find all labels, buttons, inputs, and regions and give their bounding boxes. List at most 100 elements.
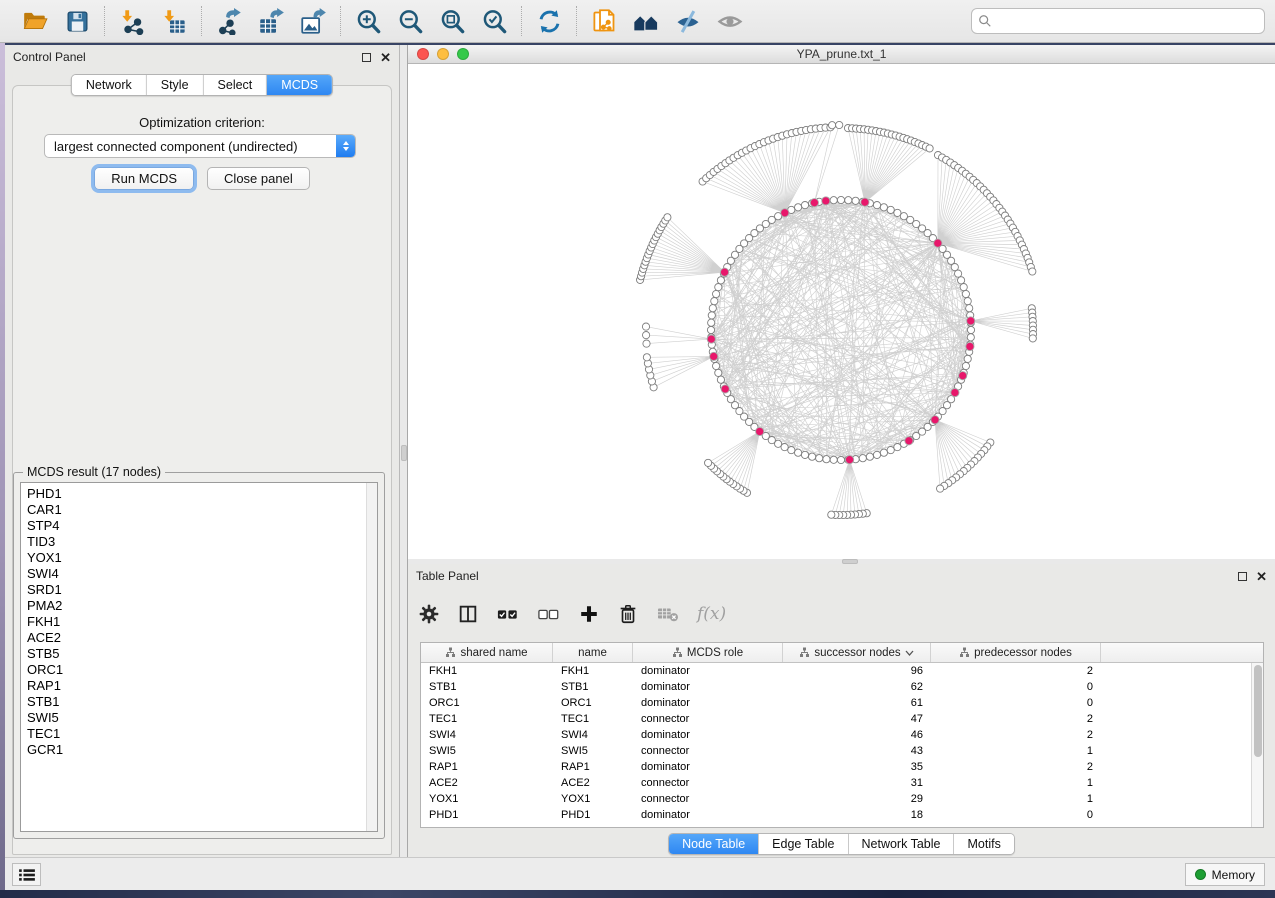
delete-column-button[interactable]: [617, 603, 639, 625]
graph-node[interactable]: [708, 312, 715, 319]
close-panel-button[interactable]: Close panel: [207, 167, 310, 190]
graph-node[interactable]: [873, 202, 880, 209]
export-table-button[interactable]: [254, 5, 288, 37]
graph-node[interactable]: [836, 121, 843, 128]
apply-layout-button[interactable]: [532, 5, 566, 37]
list-item[interactable]: ACE2: [27, 630, 377, 646]
list-item[interactable]: SWI5: [27, 710, 377, 726]
graph-node[interactable]: [955, 270, 962, 277]
zoom-selected-button[interactable]: [477, 5, 511, 37]
tab-network-table[interactable]: Network Table: [849, 834, 955, 854]
graph-mcds-node[interactable]: [951, 389, 959, 397]
graph-mcds-node[interactable]: [966, 342, 974, 350]
table-row[interactable]: SWI4SWI4dominator462: [421, 727, 1251, 743]
graph-node[interactable]: [958, 277, 965, 284]
column-header-MCDS-role[interactable]: MCDS role: [633, 643, 783, 662]
graph-node[interactable]: [717, 277, 724, 284]
mcds-result-list[interactable]: PHD1CAR1STP4TID3YOX1SWI4SRD1PMA2FKH1ACE2…: [20, 482, 378, 832]
graph-node[interactable]: [642, 323, 649, 330]
graph-node[interactable]: [715, 284, 722, 291]
graph-node[interactable]: [926, 145, 933, 152]
graph-node[interactable]: [830, 456, 837, 463]
graph-node[interactable]: [962, 290, 969, 297]
graph-node[interactable]: [708, 319, 715, 326]
float-panel-icon[interactable]: [362, 53, 371, 62]
zoom-in-button[interactable]: [351, 5, 385, 37]
network-canvas[interactable]: [408, 64, 1275, 559]
list-item[interactable]: STP4: [27, 518, 377, 534]
hide-selected-button[interactable]: [671, 5, 705, 37]
list-item[interactable]: YOX1: [27, 550, 377, 566]
graph-node[interactable]: [823, 456, 830, 463]
graph-node[interactable]: [962, 362, 969, 369]
graph-node[interactable]: [816, 455, 823, 462]
save-session-button[interactable]: [60, 5, 94, 37]
graph-mcds-node[interactable]: [846, 456, 854, 464]
clone-network-button[interactable]: [587, 5, 621, 37]
tab-network[interactable]: Network: [72, 75, 147, 95]
graph-node[interactable]: [643, 332, 650, 339]
graph-node[interactable]: [873, 451, 880, 458]
task-history-button[interactable]: [12, 863, 41, 886]
graph-node[interactable]: [964, 298, 971, 305]
tab-motifs[interactable]: Motifs: [954, 834, 1013, 854]
graph-node[interactable]: [880, 204, 887, 211]
network-window-titlebar[interactable]: YPA_prune.txt_1: [408, 45, 1275, 64]
table-scrollbar[interactable]: [1251, 663, 1263, 827]
table-row[interactable]: STB1STB1dominator620: [421, 679, 1251, 695]
export-image-button[interactable]: [296, 5, 330, 37]
graph-node[interactable]: [788, 447, 795, 454]
close-panel-icon[interactable]: ✕: [380, 53, 391, 62]
table-row[interactable]: SWI5SWI5connector431: [421, 743, 1251, 759]
list-item[interactable]: FKH1: [27, 614, 377, 630]
graph-node[interactable]: [801, 451, 808, 458]
graph-node[interactable]: [837, 196, 844, 203]
graph-mcds-node[interactable]: [721, 385, 729, 393]
graph-mcds-node[interactable]: [781, 209, 789, 217]
graph-node[interactable]: [705, 459, 712, 466]
list-item[interactable]: TEC1: [27, 726, 377, 742]
import-network-button[interactable]: [115, 5, 149, 37]
column-header-successor-nodes[interactable]: successor nodes: [783, 643, 931, 662]
list-item[interactable]: STB5: [27, 646, 377, 662]
graph-mcds-node[interactable]: [721, 268, 729, 276]
graph-node[interactable]: [966, 305, 973, 312]
column-header-predecessor-nodes[interactable]: predecessor nodes: [931, 643, 1101, 662]
graph-node[interactable]: [837, 456, 844, 463]
list-item[interactable]: PHD1: [27, 486, 377, 502]
float-panel-icon[interactable]: [1238, 572, 1247, 581]
graph-node[interactable]: [894, 444, 901, 451]
zoom-fit-button[interactable]: [435, 5, 469, 37]
select-all-columns-button[interactable]: [496, 603, 520, 625]
graph-mcds-node[interactable]: [756, 427, 764, 435]
graph-node[interactable]: [715, 369, 722, 376]
tab-mcds[interactable]: MCDS: [267, 75, 332, 95]
tab-edge-table[interactable]: Edge Table: [759, 834, 848, 854]
mcds-list-scrollbar[interactable]: [366, 483, 377, 831]
graph-node[interactable]: [828, 511, 835, 518]
graph-node[interactable]: [859, 455, 866, 462]
table-settings-button[interactable]: [418, 603, 440, 625]
graph-mcds-node[interactable]: [959, 372, 967, 380]
deselect-all-columns-button[interactable]: [537, 603, 561, 625]
graph-node[interactable]: [845, 197, 852, 204]
graph-node[interactable]: [643, 354, 650, 361]
memory-button[interactable]: Memory: [1185, 863, 1265, 886]
tab-style[interactable]: Style: [147, 75, 204, 95]
table-row[interactable]: ORC1ORC1dominator610: [421, 695, 1251, 711]
open-file-button[interactable]: [18, 5, 52, 37]
run-mcds-button[interactable]: Run MCDS: [94, 167, 194, 190]
graph-node[interactable]: [887, 447, 894, 454]
table-row[interactable]: TEC1TEC1connector472: [421, 711, 1251, 727]
graph-node[interactable]: [960, 284, 967, 291]
column-header-name[interactable]: name: [553, 643, 633, 662]
list-item[interactable]: SWI4: [27, 566, 377, 582]
graph-mcds-node[interactable]: [905, 437, 913, 445]
show-column-panel-button[interactable]: [457, 603, 479, 625]
graph-node[interactable]: [709, 305, 716, 312]
graph-node[interactable]: [937, 485, 944, 492]
list-item[interactable]: SRD1: [27, 582, 377, 598]
graph-node[interactable]: [1029, 335, 1036, 342]
close-panel-icon[interactable]: ✕: [1256, 572, 1267, 581]
graph-node[interactable]: [809, 453, 816, 460]
